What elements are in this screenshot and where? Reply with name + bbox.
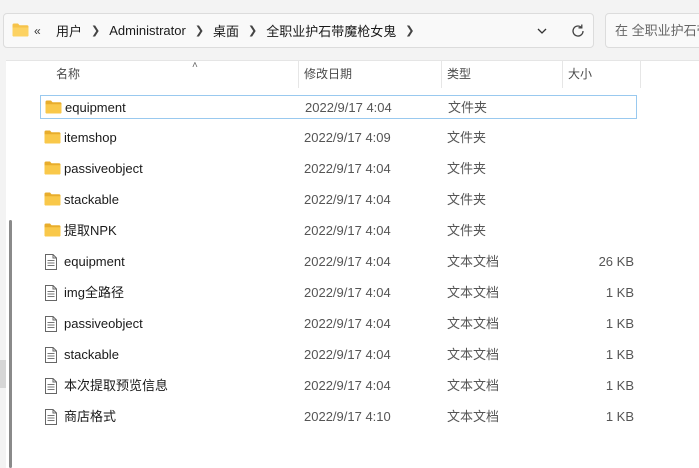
file-name: img全路径	[64, 285, 124, 300]
file-row[interactable]: itemshop 2022/9/17 4:09 文件夹	[40, 126, 637, 150]
file-modified-date: 2022/9/17 4:04	[304, 347, 391, 362]
folder-icon	[44, 130, 61, 146]
file-size: 1 KB	[605, 409, 634, 424]
file-name: equipment	[64, 254, 125, 269]
column-header-date[interactable]: 修改日期	[304, 60, 352, 88]
column-divider[interactable]	[640, 60, 641, 88]
file-modified-date: 2022/9/17 4:10	[304, 409, 391, 424]
file-type: 文件夹	[447, 223, 487, 238]
file-row[interactable]: passiveobject 2022/9/17 4:04 文本文档 1 KB	[40, 312, 637, 336]
text-document-icon	[44, 254, 60, 270]
navigation-pane-scrollbar[interactable]	[0, 360, 6, 388]
column-header: 名称 ˄ 修改日期 类型 大小	[22, 60, 699, 88]
file-size: 1 KB	[605, 347, 634, 362]
file-row[interactable]: equipment 2022/9/17 4:04 文本文档 26 KB	[40, 250, 637, 274]
file-row[interactable]: stackable 2022/9/17 4:04 文件夹	[40, 188, 637, 212]
file-type: 文本文档	[447, 254, 500, 269]
file-modified-date: 2022/9/17 4:04	[304, 223, 391, 238]
file-type: 文件夹	[447, 161, 487, 176]
file-row-selected[interactable]: equipment 2022/9/17 4:04 文件夹	[40, 95, 637, 119]
file-type: 文件夹	[447, 130, 487, 145]
text-document-icon	[44, 347, 60, 363]
column-header-name[interactable]: 名称	[56, 60, 80, 88]
address-toolbar: « 用户 ❯ Administrator ❯ 桌面 ❯ 全职业护石带魔枪女鬼 ❯	[0, 0, 699, 61]
breadcrumb: 用户 ❯ Administrator ❯ 桌面 ❯ 全职业护石带魔枪女鬼 ❯	[52, 14, 420, 47]
column-divider[interactable]	[562, 60, 563, 88]
folder-icon	[44, 192, 61, 208]
folder-icon	[12, 23, 29, 40]
breadcrumb-item-administrator[interactable]: Administrator	[105, 23, 190, 38]
file-row[interactable]: 本次提取预览信息 2022/9/17 4:04 文本文档 1 KB	[40, 374, 637, 398]
file-type: 文本文档	[447, 316, 500, 331]
column-divider[interactable]	[298, 60, 299, 88]
breadcrumb-item-users[interactable]: 用户	[52, 21, 86, 40]
sort-ascending-icon: ˄	[192, 60, 198, 71]
address-bar[interactable]: « 用户 ❯ Administrator ❯ 桌面 ❯ 全职业护石带魔枪女鬼 ❯	[3, 13, 594, 48]
file-size: 1 KB	[605, 378, 634, 393]
file-modified-date: 2022/9/17 4:09	[304, 130, 391, 145]
file-row[interactable]: img全路径 2022/9/17 4:04 文本文档 1 KB	[40, 281, 637, 305]
file-name: 本次提取预览信息	[64, 378, 169, 393]
file-modified-date: 2022/9/17 4:04	[304, 378, 391, 393]
chevron-right-icon[interactable]: ❯	[400, 24, 419, 37]
refresh-icon[interactable]	[570, 23, 586, 39]
text-document-icon	[44, 409, 60, 425]
folder-icon	[45, 100, 62, 116]
file-explorer-window: « 用户 ❯ Administrator ❯ 桌面 ❯ 全职业护石带魔枪女鬼 ❯	[0, 0, 699, 468]
column-header-size[interactable]: 大小	[568, 60, 592, 88]
file-name: 提取NPK	[64, 223, 117, 238]
text-document-icon	[44, 378, 60, 394]
file-name: passiveobject	[64, 161, 143, 176]
file-row[interactable]: stackable 2022/9/17 4:04 文本文档 1 KB	[40, 343, 637, 367]
file-name: 商店格式	[64, 409, 117, 424]
file-type: 文件夹	[448, 100, 488, 115]
file-type: 文本文档	[447, 409, 500, 424]
file-row[interactable]: passiveobject 2022/9/17 4:04 文件夹	[40, 157, 637, 181]
file-modified-date: 2022/9/17 4:04	[304, 161, 391, 176]
file-name: stackable	[64, 192, 119, 207]
chevron-down-icon[interactable]	[536, 25, 548, 37]
text-document-icon	[44, 316, 60, 332]
search-input[interactable]: 在 全职业护石带	[605, 13, 699, 48]
file-modified-date: 2022/9/17 4:04	[304, 254, 391, 269]
chevron-right-icon[interactable]: ❯	[243, 24, 262, 37]
file-type: 文本文档	[447, 347, 500, 362]
file-modified-date: 2022/9/17 4:04	[304, 316, 391, 331]
file-modified-date: 2022/9/17 4:04	[305, 100, 392, 115]
file-name: stackable	[64, 347, 119, 362]
file-size: 1 KB	[605, 316, 634, 331]
file-type: 文本文档	[447, 378, 500, 393]
file-row[interactable]: 商店格式 2022/9/17 4:10 文本文档 1 KB	[40, 405, 637, 429]
breadcrumb-item-desktop[interactable]: 桌面	[209, 21, 243, 40]
path-overflow-chevron-icon[interactable]: «	[34, 24, 41, 38]
file-size: 26 KB	[598, 254, 634, 269]
file-modified-date: 2022/9/17 4:04	[304, 285, 391, 300]
file-name: itemshop	[64, 130, 117, 145]
breadcrumb-item-current-folder[interactable]: 全职业护石带魔枪女鬼	[262, 21, 400, 40]
text-document-icon	[44, 285, 60, 301]
file-name: equipment	[65, 100, 126, 115]
column-header-type[interactable]: 类型	[447, 60, 471, 88]
navigation-pane-edge	[0, 60, 6, 468]
file-modified-date: 2022/9/17 4:04	[304, 192, 391, 207]
file-type: 文本文档	[447, 285, 500, 300]
folder-icon	[44, 161, 61, 177]
file-name: passiveobject	[64, 316, 143, 331]
folder-icon	[44, 223, 61, 239]
file-type: 文件夹	[447, 192, 487, 207]
chevron-right-icon[interactable]: ❯	[86, 24, 105, 37]
column-divider[interactable]	[441, 60, 442, 88]
chevron-right-icon[interactable]: ❯	[190, 24, 209, 37]
file-size: 1 KB	[605, 285, 634, 300]
file-row[interactable]: 提取NPK 2022/9/17 4:04 文件夹	[40, 219, 637, 243]
vertical-scrollbar[interactable]	[9, 220, 12, 468]
